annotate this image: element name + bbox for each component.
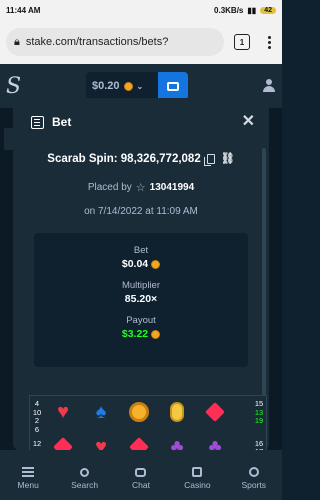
multiplier-value: 85.20× bbox=[124, 293, 158, 305]
bet-stats: Bet $0.04 Multiplier 85.20× Payout $3.22 bbox=[34, 233, 248, 367]
balance-amount: $0.20 bbox=[92, 80, 120, 92]
menu-icon bbox=[22, 467, 35, 477]
coin-icon bbox=[128, 401, 150, 423]
bet-amount: Bet $0.04 bbox=[34, 245, 248, 270]
scarab-icon bbox=[166, 401, 188, 423]
bet-value-row: $0.04 bbox=[34, 258, 248, 270]
currency-coin-icon bbox=[151, 329, 161, 339]
nav-search-label: Search bbox=[71, 480, 99, 490]
nav-chat-label: Chat bbox=[131, 480, 150, 490]
url-text: stake.com/transactions/bets? bbox=[25, 36, 169, 48]
status-bar: 11:44 AM 0.3KB/s ▮▮ 42 bbox=[0, 0, 282, 20]
multiplier-label: Multiplier bbox=[121, 280, 160, 291]
modal-title: Bet bbox=[52, 115, 72, 129]
payout-value-row: $3.22 bbox=[34, 328, 248, 340]
nav-search[interactable]: Search bbox=[63, 468, 107, 490]
tab-count-button[interactable]: 1 bbox=[234, 34, 250, 50]
placed-by: Placed by ☆ 13041994 bbox=[13, 181, 269, 194]
sports-icon bbox=[248, 467, 259, 477]
network-speed: 0.3KB/s bbox=[214, 5, 244, 15]
payline-number bbox=[252, 426, 266, 440]
currency-coin-icon bbox=[123, 81, 133, 91]
payout: Payout $3.22 bbox=[34, 315, 248, 340]
nav-casino-label: Casino bbox=[184, 480, 211, 490]
nav-sports-label: Sports bbox=[241, 480, 267, 490]
stake-logo[interactable]: S bbox=[6, 74, 32, 99]
status-indicators: 0.3KB/s ▮▮ 42 bbox=[214, 6, 276, 15]
url-field[interactable]: 🔒︎ stake.com/transactions/bets? bbox=[6, 28, 224, 56]
wallet-icon bbox=[167, 81, 179, 91]
balance-selector[interactable]: $0.20 ⌄ bbox=[86, 72, 158, 100]
game-bet-id-text: Scarab Spin: 98,326,772,082 bbox=[47, 152, 201, 165]
battery-level: 42 bbox=[260, 6, 276, 14]
modal-header: Bet ✕ bbox=[13, 98, 269, 130]
more-menu-icon[interactable] bbox=[262, 35, 276, 49]
signal-icon: ▮▮ bbox=[247, 5, 257, 15]
nav-menu[interactable]: Menu bbox=[6, 467, 50, 490]
wallet-button[interactable] bbox=[158, 72, 188, 100]
payout-label: Payout bbox=[126, 315, 156, 326]
spade-icon: ♠ bbox=[95, 401, 107, 423]
browser-bar: 🔒︎ stake.com/transactions/bets? 1 bbox=[0, 20, 282, 64]
close-icon[interactable]: ✕ bbox=[242, 114, 255, 130]
payout-value: $3.22 bbox=[121, 328, 149, 340]
currency-coin-icon bbox=[151, 259, 161, 269]
user-icon[interactable] bbox=[262, 79, 276, 93]
placed-by-user[interactable]: 13041994 bbox=[150, 182, 195, 193]
placed-by-label: Placed by bbox=[87, 182, 132, 193]
nav-chat[interactable]: Chat bbox=[119, 468, 163, 490]
lock-icon: 🔒︎ bbox=[14, 35, 20, 48]
link-icon[interactable]: ⛓ bbox=[221, 152, 235, 165]
bet-icon bbox=[31, 115, 44, 129]
search-icon bbox=[80, 468, 90, 477]
multiplier: Multiplier 85.20× bbox=[34, 280, 248, 305]
bet-value: $0.04 bbox=[121, 258, 149, 270]
bet-date: on 7/14/2022 at 11:09 AM bbox=[84, 206, 198, 217]
star-icon: ☆ bbox=[135, 182, 146, 194]
chevron-down-icon: ⌄ bbox=[136, 81, 144, 91]
copy-icon[interactable] bbox=[203, 153, 215, 166]
payline-number: 19 bbox=[254, 416, 264, 425]
game-bet-id: Scarab Spin: 98,326,772,082 ⛓ bbox=[13, 152, 269, 166]
bet-label: Bet bbox=[133, 245, 149, 256]
casino-icon bbox=[192, 467, 203, 477]
nav-menu-label: Menu bbox=[17, 480, 39, 490]
bottom-nav: Menu Search Chat Casino Sports bbox=[0, 450, 282, 500]
heart-icon: ♥ bbox=[57, 401, 69, 423]
nav-sports[interactable]: Sports bbox=[232, 467, 276, 490]
status-time: 11:44 AM bbox=[6, 5, 41, 15]
nav-casino[interactable]: Casino bbox=[175, 467, 219, 490]
chat-icon bbox=[135, 468, 147, 477]
diamond-icon bbox=[204, 401, 226, 423]
payline-number: 6 bbox=[34, 424, 40, 434]
